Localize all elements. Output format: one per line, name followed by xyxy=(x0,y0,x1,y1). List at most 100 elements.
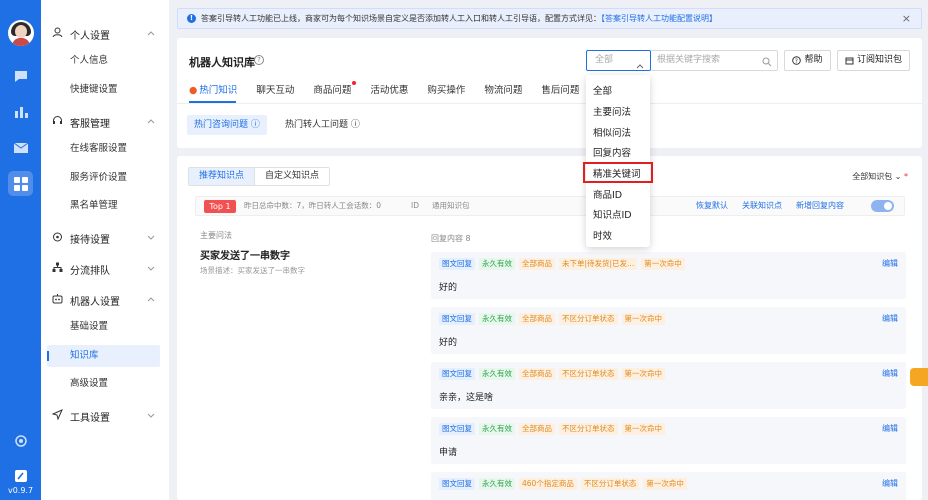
notice-text: 答案引导转人工功能已上线，商家可为每个知识场景自定义是否添加转人工入口和转人工引… xyxy=(201,14,601,23)
close-icon[interactable]: × xyxy=(902,9,911,28)
tab-hot-knowledge[interactable]: ● 热门知识 xyxy=(189,82,237,98)
subtab-hot-questions[interactable]: 热门咨询问题 ⓘ xyxy=(187,115,267,135)
edit-link[interactable]: 编辑 xyxy=(882,258,898,269)
subscribe-button[interactable]: 订阅知识包 xyxy=(837,50,910,71)
red-dot-badge xyxy=(352,81,357,85)
tab-after-sale[interactable]: 售后问题 xyxy=(541,82,579,98)
tag-hit: 第一次命中 xyxy=(621,313,665,325)
chevron-down-icon: ⌄ xyxy=(894,172,902,181)
info-icon: ! xyxy=(187,14,196,23)
all-knowledge-pack-select[interactable]: 全部知识包 ⌄ * xyxy=(852,171,908,182)
nav-item-blacklist[interactable]: 黑名单管理 xyxy=(41,195,169,217)
restore-default-link[interactable]: 恢复默认 xyxy=(696,197,728,215)
chart-icon[interactable] xyxy=(10,101,31,122)
nav-group-personal[interactable]: 个人设置 xyxy=(41,20,169,46)
nav-group-reception[interactable]: 接待设置 xyxy=(41,224,169,250)
settings-icon[interactable] xyxy=(10,430,31,451)
edit-link[interactable]: 编辑 xyxy=(882,478,898,489)
tag-type: 图文回复 xyxy=(439,423,475,435)
tag-order-status: 未下单|待发货|已发... xyxy=(559,258,638,270)
dropdown-option-similar-question[interactable]: 相似问法 xyxy=(593,125,631,139)
nav-group-tools[interactable]: 工具设置 xyxy=(41,402,169,428)
dropdown-option-all[interactable]: 全部 xyxy=(593,83,612,97)
tag-scope: 全部商品 xyxy=(519,258,555,270)
tag-validity: 永久有效 xyxy=(479,258,515,270)
enable-toggle[interactable] xyxy=(871,200,894,212)
dropdown-option-knowledge-id[interactable]: 知识点ID xyxy=(593,207,632,221)
dropdown-option-exact-keyword[interactable]: 精准关键词 xyxy=(593,166,641,180)
edit-link[interactable]: 编辑 xyxy=(882,313,898,324)
app-rail: v0.9.7 xyxy=(0,0,41,500)
nav-group-queue[interactable]: 分流排队 xyxy=(41,255,169,281)
nav-item-advanced[interactable]: 高级设置 xyxy=(41,373,169,395)
reply-card: 图文回复 永久有效 全部商品 不区分订单状态 第一次命中 编辑 好的 xyxy=(431,307,906,354)
scene-description: 场景描述：买家发送了一串数字 xyxy=(200,266,305,275)
segment-recommended[interactable]: 推荐知识点 xyxy=(189,168,255,185)
tab-label: 商品问题 xyxy=(313,85,352,96)
help-circle-icon[interactable]: ? xyxy=(254,55,264,65)
reply-text: 好的 xyxy=(439,283,458,293)
nav-group-label: 工具设置 xyxy=(70,413,110,424)
nav-group-label: 客服管理 xyxy=(70,119,110,130)
nav-item-shortcuts[interactable]: 快捷键设置 xyxy=(41,79,169,101)
help-circle-icon[interactable]: ⓘ xyxy=(251,120,260,130)
nav-item-knowledge-base[interactable]: 知识库 xyxy=(47,345,160,367)
tag-type: 图文回复 xyxy=(439,258,475,270)
subscribe-label: 订阅知识包 xyxy=(856,55,902,65)
search-input[interactable]: 根据关键字搜索 xyxy=(651,50,778,71)
reply-text: 申请 xyxy=(439,448,458,458)
edit-link[interactable]: 编辑 xyxy=(882,368,898,379)
filter-dropdown-menu: 全部 主要问法 相似问法 回复内容 精准关键词 商品ID 知识点ID 时效 xyxy=(583,75,653,247)
notice-link[interactable]: 【答案引导转人工功能配置说明】 xyxy=(601,14,717,23)
dropdown-option-product-id[interactable]: 商品ID xyxy=(593,187,622,201)
tab-promotion[interactable]: 活动优惠 xyxy=(370,82,408,98)
headset-icon xyxy=(52,115,63,129)
dropdown-option-main-question[interactable]: 主要问法 xyxy=(593,104,631,118)
subtab-hot-transfer[interactable]: 热门转人工问题 ⓘ xyxy=(278,115,367,135)
help-circle-icon[interactable]: ⓘ xyxy=(351,120,360,130)
tag-hit: 第一次命中 xyxy=(643,478,687,490)
app-logo-icon xyxy=(10,465,31,486)
nav-item-personal-info[interactable]: 个人信息 xyxy=(41,50,169,72)
nav-item-basic[interactable]: 基础设置 xyxy=(41,316,169,338)
tab-product[interactable]: 商品问题 xyxy=(313,81,357,98)
link-knowledge-link[interactable]: 关联知识点 xyxy=(742,197,782,215)
apps-icon[interactable] xyxy=(8,171,33,196)
tab-chat[interactable]: 聊天互动 xyxy=(256,82,294,98)
filter-select[interactable]: 全部 xyxy=(586,50,651,71)
nav-item-online-service[interactable]: 在线客服设置 xyxy=(41,138,169,160)
nav-group-robot[interactable]: 机器人设置 xyxy=(41,286,169,312)
floating-helper-button[interactable] xyxy=(910,368,928,386)
segment-custom[interactable]: 自定义知识点 xyxy=(254,168,329,185)
chat-icon[interactable] xyxy=(10,65,31,86)
nav-item-rating[interactable]: 服务评价设置 xyxy=(41,167,169,189)
mail-icon[interactable] xyxy=(10,137,31,158)
divider xyxy=(177,103,922,104)
dropdown-option-reply[interactable]: 回复内容 xyxy=(593,145,631,159)
tag-hit: 第一次命中 xyxy=(621,368,665,380)
avatar[interactable] xyxy=(8,20,34,46)
tag-hit: 第一次命中 xyxy=(641,258,685,270)
help-label: 帮助 xyxy=(804,55,823,65)
reply-card: 图文回复 永久有效 全部商品 未下单|待发货|已发... 第一次命中 编辑 好的 xyxy=(431,252,906,299)
edit-link[interactable]: 编辑 xyxy=(882,423,898,434)
subtab-label: 热门咨询问题 xyxy=(194,120,249,130)
add-reply-link[interactable]: 新增回复内容 xyxy=(796,197,844,215)
subtab-label: 热门转人工问题 xyxy=(285,120,349,130)
tab-logistics[interactable]: 物流问题 xyxy=(484,82,522,98)
chevron-up-icon xyxy=(147,295,155,305)
search-icon[interactable] xyxy=(762,56,772,75)
nav-group-service[interactable]: 客服管理 xyxy=(41,108,169,134)
category-tabs: ● 热门知识 聊天互动 商品问题 活动优惠 购买操作 物流问题 售后问题 xyxy=(189,81,598,98)
reply-card: 图文回复 永久有效 460个指定商品 不区分订单状态 第一次命中 编辑 xyxy=(431,472,906,500)
nav-group-label: 个人设置 xyxy=(70,31,110,42)
page-title: 机器人知识库 xyxy=(189,56,255,69)
reply-tags: 图文回复 永久有效 460个指定商品 不区分订单状态 第一次命中 xyxy=(439,478,687,490)
help-button[interactable]: ? 帮助 xyxy=(784,50,831,71)
nav-group-label: 分流排队 xyxy=(70,266,110,277)
tab-purchase[interactable]: 购买操作 xyxy=(427,82,465,98)
dropdown-option-validity[interactable]: 时效 xyxy=(593,228,612,242)
svg-text:?: ? xyxy=(795,58,798,65)
question-icon: ? xyxy=(792,56,802,65)
top-rank-badge: Top 1 xyxy=(204,200,236,213)
